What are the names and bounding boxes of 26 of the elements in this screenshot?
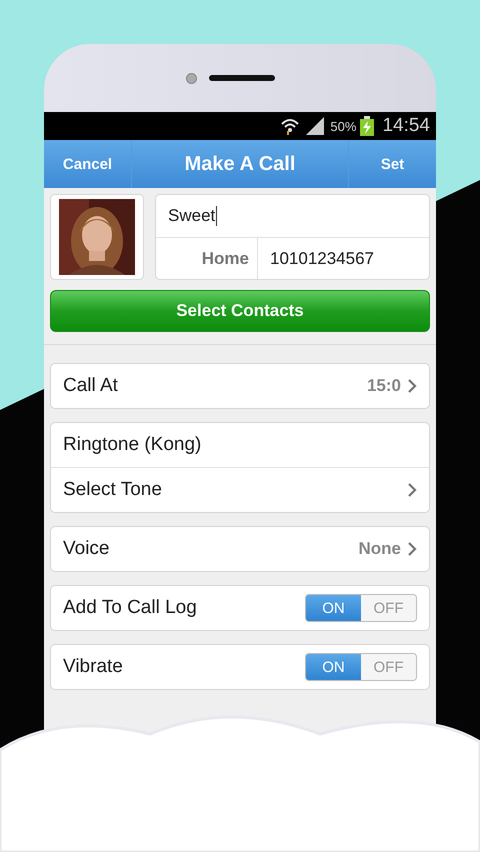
camera-icon xyxy=(186,72,196,84)
cancel-button[interactable]: Cancel xyxy=(44,140,132,188)
chevron-right-icon[interactable] xyxy=(407,378,417,394)
toggle-switch[interactable]: ON OFF xyxy=(305,594,417,622)
setting-label: Call At xyxy=(63,375,119,397)
setting-label: Vibrate xyxy=(63,656,124,678)
phone-type-label[interactable]: Home xyxy=(156,238,258,279)
setting-label: Ringtone (Kong) xyxy=(63,434,202,456)
setting-value[interactable]: None xyxy=(358,539,401,559)
select-contacts-button[interactable]: Select Contacts xyxy=(50,290,430,332)
setting-label: Voice xyxy=(63,538,110,560)
toggle-switch[interactable]: ON OFF xyxy=(305,653,417,681)
screen-title: Make A Call xyxy=(184,152,296,176)
set-button[interactable]: Set xyxy=(348,140,436,188)
chevron-right-icon[interactable] xyxy=(407,482,417,498)
speaker-icon xyxy=(208,75,274,81)
setting-value[interactable]: 15:0 xyxy=(366,376,401,396)
setting-label: Add To Call Log xyxy=(63,597,198,619)
phone-number-field[interactable]: 10101234567 xyxy=(258,248,374,268)
chevron-right-icon[interactable] xyxy=(407,541,417,557)
battery-percent: 50% xyxy=(330,118,356,134)
signal-icon xyxy=(304,117,326,135)
setting-label: Select Tone xyxy=(63,479,163,501)
clock-time: 14:54 xyxy=(382,115,430,137)
wifi-icon xyxy=(280,117,300,135)
battery-icon xyxy=(360,116,374,136)
